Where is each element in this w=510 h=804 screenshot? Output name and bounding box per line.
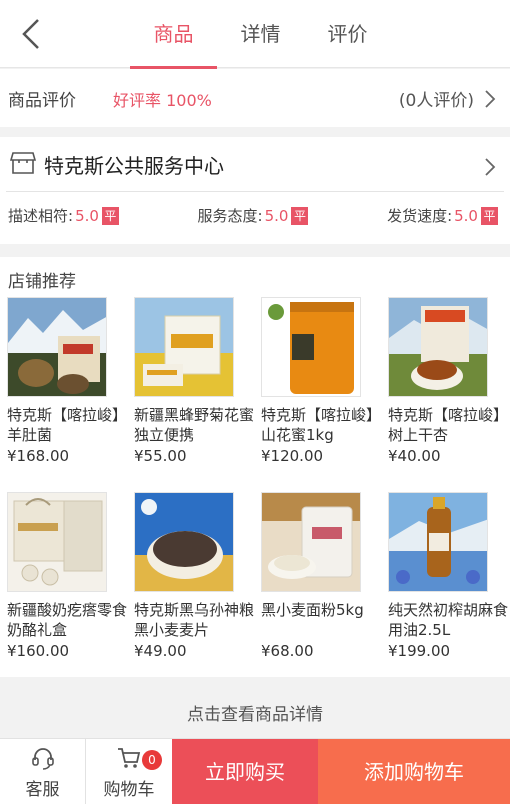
score-tag: 平: [480, 207, 498, 225]
service-label: 客服: [25, 780, 60, 800]
product-grid: 特克斯【喀拉峻】羊肚菌 ¥168.00 新疆黑蜂野菊花蜜 独立便携 ¥55.00: [0, 297, 510, 661]
product-name: 特克斯【喀拉峻】树上干杏: [388, 406, 508, 444]
score-value: 5.0: [454, 207, 478, 225]
product-name: 特克斯【喀拉峻】羊肚菌: [7, 406, 127, 444]
product-card[interactable]: 黑小麦面粉5kg ¥68.00: [254, 492, 381, 661]
product-image: [7, 492, 107, 592]
product-price: ¥120.00: [261, 447, 324, 465]
product-image: [388, 492, 488, 592]
product-name: 特克斯【喀拉峻】山花蜜1kg: [261, 406, 381, 444]
product-card[interactable]: 特克斯【喀拉峻】树上干杏 ¥40.00: [381, 297, 508, 466]
product-name: 新疆酸奶疙瘩零食奶酪礼盒: [7, 601, 127, 639]
product-image: [261, 492, 361, 592]
shop-scores: 描述相符: 5.0 平 服务态度: 5.0 平 发货速度: 5.0 平: [8, 205, 498, 226]
tab-reviews[interactable]: 评价: [304, 0, 391, 68]
top-nav: 商品 详情 评价: [0, 0, 510, 69]
product-card[interactable]: 特克斯【喀拉峻】羊肚菌 ¥168.00: [0, 297, 127, 466]
product-image: [7, 297, 107, 397]
product-card[interactable]: 新疆黑蜂野菊花蜜 独立便携 ¥55.00: [127, 297, 254, 466]
product-image: [134, 297, 234, 397]
score-service: 服务态度: 5.0 平: [198, 205, 309, 226]
product-price: ¥168.00: [7, 447, 70, 465]
product-review-row[interactable]: 商品评价 好评率 100% (0人评价): [0, 69, 510, 127]
score-tag: 平: [291, 207, 309, 225]
review-label: 商品评价: [8, 91, 76, 111]
score-label: 描述相符:: [8, 207, 74, 225]
product-price: ¥199.00: [388, 642, 451, 660]
score-value: 5.0: [264, 207, 289, 225]
tab-bar: 商品 详情 评价: [130, 0, 391, 69]
tab-details[interactable]: 详情: [217, 0, 304, 68]
chevron-right-icon: [485, 90, 496, 108]
cart-count-badge: 0: [142, 750, 162, 770]
score-value: 5.0: [75, 207, 99, 225]
buy-now-button[interactable]: 立即购买: [172, 739, 318, 804]
product-card[interactable]: 纯天然初榨胡麻食用油2.5L ¥199.00: [381, 492, 508, 661]
product-card[interactable]: 特克斯黑乌孙神粮黑小麦麦片 ¥49.00: [127, 492, 254, 661]
product-price: ¥160.00: [7, 642, 70, 660]
store-recommendations: 店铺推荐 特克斯【喀拉峻】羊肚菌 ¥168.00 新疆黑蜂野菊花蜜 独立便携 ¥…: [0, 257, 510, 677]
view-details-link[interactable]: 点击查看商品详情: [0, 692, 510, 738]
shop-card: 特克斯公共服务中心 描述相符: 5.0 平 服务态度: 5.0 平 发货速度: 5.0 平: [0, 137, 510, 244]
product-card[interactable]: 特克斯【喀拉峻】山花蜜1kg ¥120.00: [254, 297, 381, 466]
add-to-cart-button[interactable]: 添加购物车: [318, 739, 510, 804]
score-shipping: 发货速度: 5.0 平: [387, 205, 498, 226]
product-name: 特克斯黑乌孙神粮黑小麦麦片: [134, 601, 254, 639]
product-price: ¥68.00: [261, 642, 314, 660]
tab-product[interactable]: 商品: [130, 0, 217, 69]
divider: [6, 191, 504, 192]
cart-icon: [118, 748, 141, 768]
cart-button[interactable]: 0 购物车: [86, 739, 172, 804]
product-name: 新疆黑蜂野菊花蜜 独立便携: [134, 406, 254, 444]
product-price: ¥40.00: [388, 447, 441, 465]
customer-service-button[interactable]: 客服: [0, 739, 86, 804]
score-label: 服务态度:: [197, 207, 263, 225]
store-icon: [10, 152, 36, 174]
headset-icon: [31, 748, 54, 770]
product-image: [134, 492, 234, 592]
score-description: 描述相符: 5.0 平: [8, 205, 119, 226]
product-card[interactable]: 新疆酸奶疙瘩零食奶酪礼盒 ¥160.00: [0, 492, 127, 661]
positive-rate: 好评率 100%: [113, 91, 212, 110]
product-price: ¥49.00: [134, 642, 187, 660]
product-name: 黑小麦面粉5kg: [261, 601, 364, 619]
chevron-right-icon[interactable]: [484, 157, 496, 177]
score-tag: 平: [101, 207, 119, 225]
product-image: [261, 297, 361, 397]
cart-label: 购物车: [103, 780, 155, 800]
product-image: [388, 297, 488, 397]
review-count: (0人评价): [398, 91, 474, 111]
score-label: 发货速度:: [387, 207, 453, 225]
back-arrow-icon[interactable]: [14, 16, 50, 52]
shop-name[interactable]: 特克斯公共服务中心: [44, 150, 224, 179]
product-name: 纯天然初榨胡麻食用油2.5L: [388, 601, 508, 639]
product-price: ¥55.00: [134, 447, 187, 465]
section-title: 店铺推荐: [8, 272, 76, 292]
bottom-action-bar: 客服 0 购物车 立即购买 添加购物车: [0, 738, 510, 804]
